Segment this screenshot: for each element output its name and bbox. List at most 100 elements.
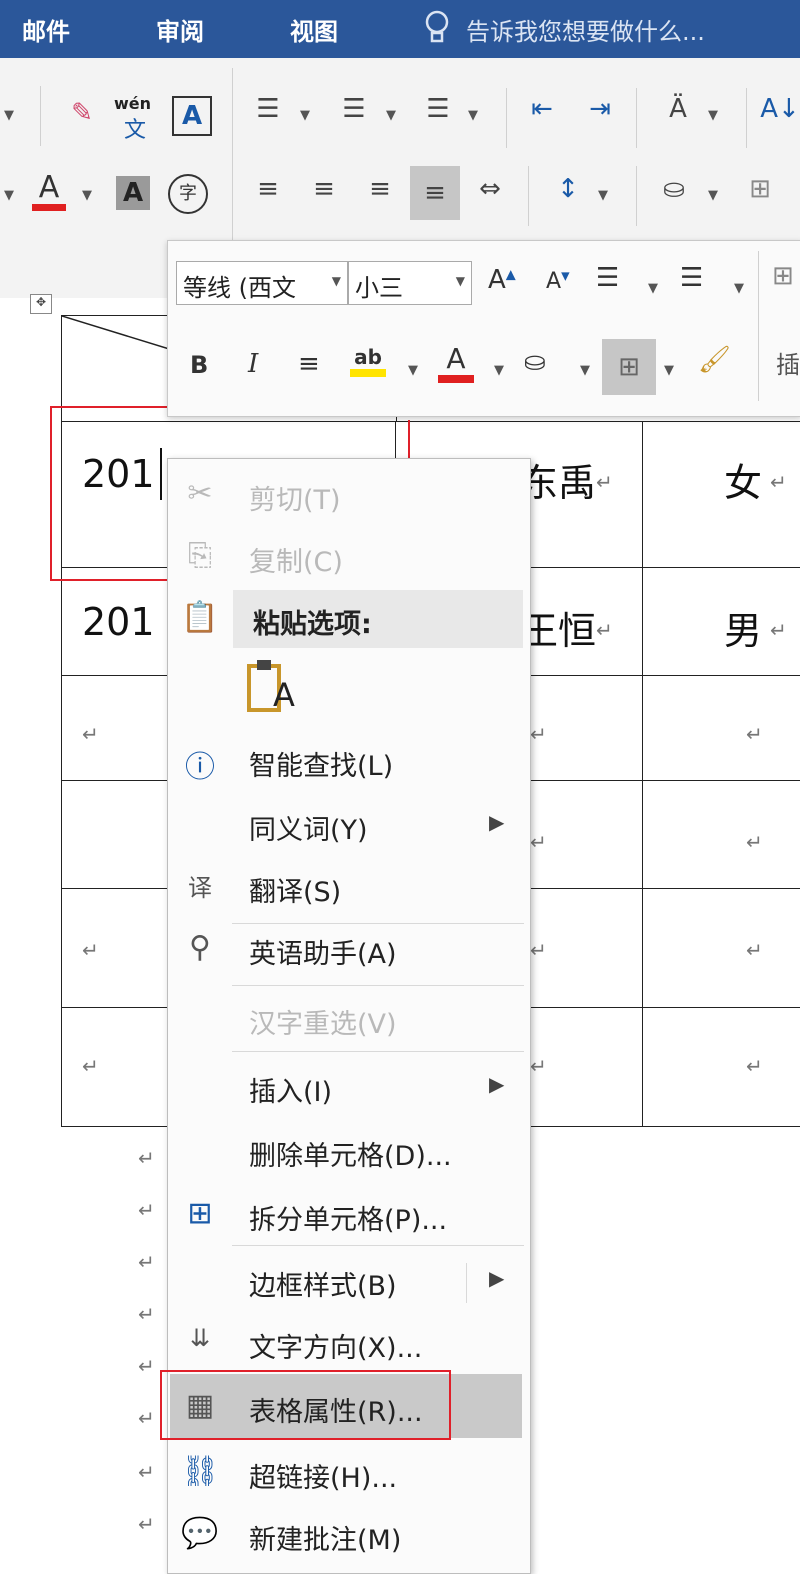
tab-review[interactable]: 审阅: [156, 12, 204, 47]
text-direction-icon: ⇊: [189, 1324, 211, 1352]
italic-button[interactable]: I: [248, 349, 258, 379]
table-cell[interactable]: [642, 780, 800, 890]
english-assistant-icon: ⚲: [189, 930, 211, 965]
highlight-color-icon[interactable]: ab: [350, 345, 386, 377]
bold-button[interactable]: B: [190, 351, 208, 379]
font-color-icon[interactable]: A: [438, 343, 474, 383]
menu-item-synonyms[interactable]: 同义词(Y) ▶: [167, 796, 529, 852]
chevron-down-icon[interactable]: ▼: [734, 281, 744, 296]
menu-item-label: 删除单元格(D)...: [249, 1141, 452, 1172]
numbering-icon[interactable]: ☰: [334, 94, 374, 124]
menu-item-insert[interactable]: 插入(I) ▶: [167, 1058, 529, 1114]
align-left-icon[interactable]: ≡: [248, 174, 288, 204]
paste-keep-text-glyph: A: [273, 676, 295, 714]
menu-item-reconversion[interactable]: 汉字重选(V): [167, 990, 529, 1046]
menu-item-hyperlink[interactable]: ⛓ 超链接(H)...: [167, 1444, 529, 1500]
title-bar: 邮件 审阅 视图 告诉我您想要做什么...: [0, 0, 800, 58]
align-right-icon[interactable]: ≡: [360, 174, 400, 204]
shading-icon[interactable]: ⛀: [524, 347, 546, 377]
font-size-combo[interactable]: 小三 ▼: [348, 261, 472, 305]
numbering-icon[interactable]: ☰: [680, 263, 703, 293]
phonetic-guide-label[interactable]: wén: [114, 94, 151, 113]
table-cell[interactable]: [642, 675, 800, 782]
menu-item-delete-cells[interactable]: 删除单元格(D)...: [167, 1122, 529, 1178]
menu-item-border-styles[interactable]: 边框样式(B) ▶: [167, 1252, 529, 1308]
paragraph-mark-icon: ↵: [530, 938, 547, 962]
lightbulb-icon: [424, 8, 450, 48]
chinese-layout-icon[interactable]: Ä: [656, 94, 700, 124]
chevron-down-icon[interactable]: ▼: [708, 188, 718, 203]
character-shading-button[interactable]: A: [116, 176, 150, 210]
bullets-icon[interactable]: ☰: [248, 94, 288, 124]
chevron-down-icon[interactable]: ▼: [332, 274, 341, 288]
insert-label[interactable]: 插: [776, 345, 800, 380]
chevron-down-icon[interactable]: ▼: [648, 281, 658, 296]
menu-item-new-comment[interactable]: 💬 新建批注(M): [167, 1506, 529, 1562]
borders-icon[interactable]: ⊞: [740, 174, 780, 204]
menu-item-text-direction[interactable]: ⇊ 文字方向(X)...: [167, 1314, 529, 1370]
tab-mailings[interactable]: 邮件: [22, 12, 70, 47]
paragraph-mark-icon: ↵: [138, 1406, 155, 1430]
font-name-combo[interactable]: 等线 (西文 ▼: [176, 261, 348, 305]
align-center-icon[interactable]: ≡: [304, 174, 344, 204]
table-cell[interactable]: [642, 1007, 800, 1127]
hyperlink-icon: ⛓: [181, 1454, 220, 1489]
cell-id-text: 201: [82, 600, 155, 644]
scissors-icon: ✂: [187, 476, 213, 511]
chevron-down-icon[interactable]: ▼: [580, 363, 590, 378]
chevron-down-icon[interactable]: ▼: [456, 274, 465, 288]
table-grid-icon[interactable]: ⊞: [772, 261, 794, 291]
decrease-indent-icon[interactable]: ⇤: [522, 94, 562, 124]
format-painter-icon[interactable]: 🖌: [698, 345, 731, 375]
chevron-down-icon[interactable]: ▼: [494, 363, 504, 378]
borders-icon[interactable]: ⊞: [602, 339, 656, 395]
table-move-handle-icon[interactable]: ✥: [30, 294, 52, 314]
grow-font-icon[interactable]: A▲: [488, 265, 516, 295]
chevron-down-icon[interactable]: ▼: [4, 108, 14, 123]
character-border-button[interactable]: A: [172, 96, 212, 136]
justify-icon[interactable]: ≡: [410, 166, 460, 220]
clear-formatting-icon[interactable]: ✎: [62, 98, 102, 128]
menu-item-cut[interactable]: ✂ 剪切(T): [167, 466, 529, 522]
menu-item-label: 拆分单元格(P)...: [249, 1205, 448, 1236]
sort-icon[interactable]: A↓: [760, 94, 800, 124]
chevron-down-icon[interactable]: ▼: [708, 108, 718, 123]
line-spacing-icon[interactable]: ↕: [548, 174, 588, 204]
menu-item-label: 粘贴选项:: [253, 609, 372, 640]
enclose-characters-button[interactable]: 字: [168, 174, 208, 214]
paragraph-mark-icon: ↵: [746, 722, 763, 746]
table-cell[interactable]: [642, 888, 800, 1009]
table-cell[interactable]: [642, 421, 800, 569]
chevron-down-icon[interactable]: ▼: [386, 108, 396, 123]
chevron-down-icon[interactable]: ▼: [664, 363, 674, 378]
font-color-button[interactable]: A: [32, 172, 66, 211]
tab-view[interactable]: 视图: [290, 12, 338, 47]
increase-indent-icon[interactable]: ⇥: [580, 94, 620, 124]
shrink-font-icon[interactable]: A▼: [546, 269, 570, 294]
paste-keep-text-only-button[interactable]: A: [245, 656, 299, 716]
shading-icon[interactable]: ⛀: [652, 174, 696, 204]
menu-item-smart-lookup[interactable]: ⓘ 智能查找(L): [167, 732, 529, 788]
chevron-down-icon[interactable]: ▼: [82, 188, 92, 203]
distributed-icon[interactable]: ⇔: [470, 174, 510, 204]
tell-me-box[interactable]: 告诉我您想要做什么...: [466, 12, 705, 47]
center-align-icon[interactable]: ≡: [298, 349, 320, 379]
chevron-down-icon[interactable]: ▼: [598, 188, 608, 203]
chevron-down-icon[interactable]: ▼: [468, 108, 478, 123]
table-properties-red-outline: [160, 1370, 451, 1440]
paragraph-mark-icon: ↵: [138, 1302, 155, 1326]
menu-item-paste-options: 📋 粘贴选项:: [167, 590, 529, 646]
menu-item-translate[interactable]: 译 翻译(S): [167, 858, 529, 914]
bullets-icon[interactable]: ☰: [596, 263, 619, 293]
selected-cell-outline: [50, 406, 170, 581]
menu-item-split-cells[interactable]: ⊞ 拆分单元格(P)...: [167, 1186, 529, 1242]
multilevel-list-icon[interactable]: ☰: [418, 94, 458, 124]
menu-item-english-assistant[interactable]: ⚲ 英语助手(A): [167, 920, 529, 976]
chevron-down-icon[interactable]: ▼: [4, 188, 14, 203]
menu-item-copy[interactable]: ⎘ 复制(C): [167, 528, 529, 584]
chevron-down-icon[interactable]: ▼: [300, 108, 310, 123]
paragraph-mark-icon: ↵: [138, 1512, 155, 1536]
paragraph-mark-icon: ↵: [138, 1198, 155, 1222]
paragraph-mark-icon: ↵: [138, 1460, 155, 1484]
chevron-down-icon[interactable]: ▼: [408, 363, 418, 378]
